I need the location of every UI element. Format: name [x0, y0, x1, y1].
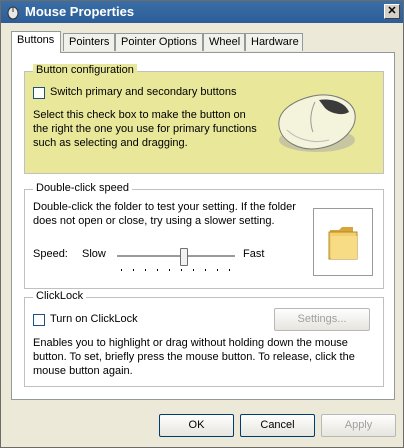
clicklock-settings-button[interactable]: Settings...: [274, 308, 370, 331]
speed-label: Speed:: [33, 248, 68, 260]
tab-buttons[interactable]: Buttons: [11, 31, 61, 53]
test-folder-box[interactable]: [313, 208, 373, 276]
tab-hardware[interactable]: Hardware: [245, 33, 303, 51]
tab-panel: Button configuration Switch primary and …: [11, 52, 395, 400]
group-title-clicklock: ClickLock: [33, 290, 87, 302]
window-title: Mouse Properties: [25, 4, 135, 19]
slow-label: Slow: [82, 248, 106, 260]
mouse-icon: [7, 6, 19, 20]
close-button[interactable]: ✕: [384, 4, 400, 19]
mouse-properties-window: Mouse Properties ✕ Buttons Pointers Poin…: [0, 0, 404, 448]
clicklock-description: Enables you to highlight or drag without…: [33, 337, 355, 377]
slider-tick: [157, 269, 158, 271]
switch-buttons-checkbox[interactable]: [33, 87, 45, 99]
clicklock-label[interactable]: Turn on ClickLock: [50, 313, 138, 325]
ok-button[interactable]: OK: [159, 414, 234, 437]
clicklock-checkbox[interactable]: [33, 314, 45, 326]
slider-tick: [217, 269, 218, 271]
slider-tick: [121, 269, 122, 271]
title-bar[interactable]: Mouse Properties ✕: [1, 1, 403, 23]
double-click-speed-group: Double-click speed Double-click the fold…: [24, 182, 384, 289]
slider-track: [117, 255, 235, 258]
double-click-description: Double-click the folder to test your set…: [33, 201, 296, 227]
tab-pointer-options[interactable]: Pointer Options: [115, 33, 203, 51]
cancel-button[interactable]: Cancel: [240, 414, 315, 437]
double-click-speed-slider[interactable]: [117, 248, 235, 272]
slider-tick: [145, 269, 146, 271]
group-title-double-click: Double-click speed: [33, 182, 132, 194]
group-title-button-configuration: Button configuration: [33, 64, 137, 76]
clicklock-group: ClickLock Turn on ClickLock Settings... …: [24, 290, 384, 387]
switch-buttons-label[interactable]: Switch primary and secondary buttons: [50, 86, 236, 98]
button-config-description: Select this check box to make the button…: [33, 109, 257, 149]
button-configuration-group: Button configuration Switch primary and …: [24, 64, 384, 174]
slider-tick: [133, 269, 134, 271]
slider-thumb[interactable]: [180, 248, 188, 266]
slider-tick: [169, 269, 170, 271]
slider-tick: [193, 269, 194, 271]
mouse-illustration: [278, 94, 356, 152]
apply-button[interactable]: Apply: [321, 414, 396, 437]
tab-wheel[interactable]: Wheel: [203, 33, 245, 51]
tab-pointers[interactable]: Pointers: [63, 33, 115, 51]
fast-label: Fast: [243, 248, 265, 260]
slider-tick: [205, 269, 206, 271]
slider-tick: [229, 269, 230, 271]
folder-icon[interactable]: [327, 224, 361, 262]
slider-tick: [181, 269, 182, 271]
